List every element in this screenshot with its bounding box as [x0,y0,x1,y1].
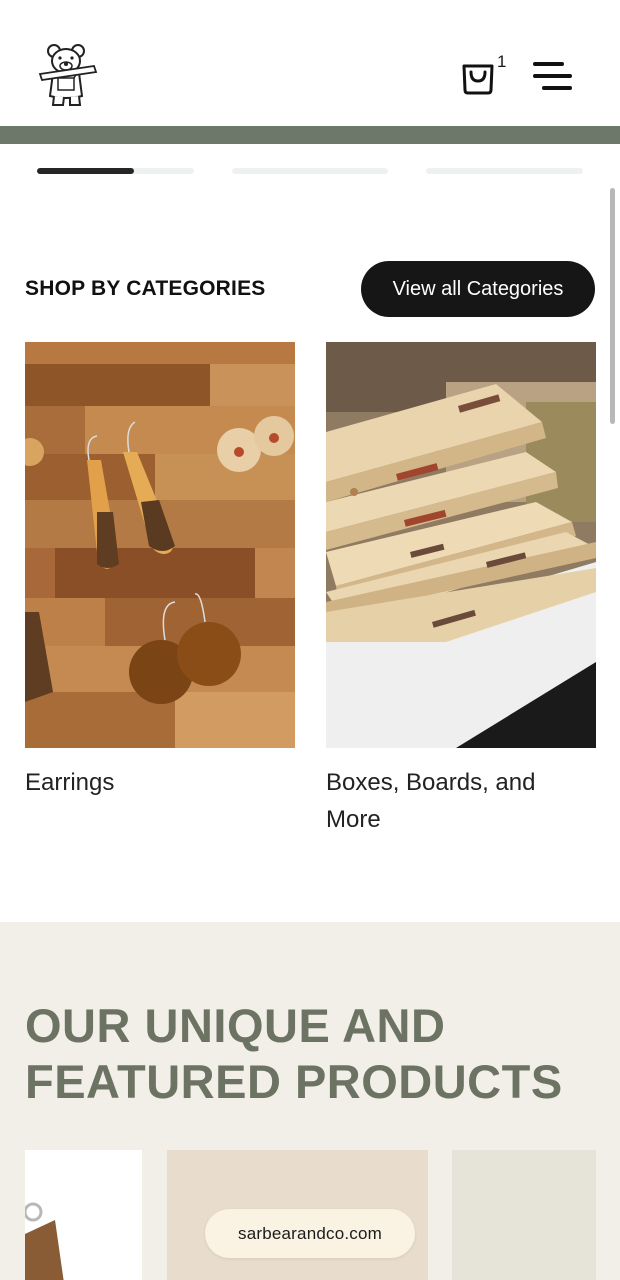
category-card-earrings[interactable]: Earrings [25,342,295,801]
cart-count-badge: 1 [497,52,507,71]
shopping-bag-icon[interactable] [458,56,498,96]
slider-indicator-1[interactable] [37,168,194,174]
earrings-image[interactable] [25,342,295,748]
slider-indicator-2[interactable] [232,168,388,174]
slider-indicator-3[interactable] [426,168,583,174]
site-header: 1 [0,0,620,126]
view-all-categories-button[interactable]: View all Categories [361,261,595,317]
slider-progress [37,168,135,174]
categories-heading: SHOP BY CATEGORIES [25,277,266,300]
url-pill[interactable]: sarbearandco.com [205,1209,415,1258]
page: 1 SHOP BY CATEGORIES View all Categories [0,0,620,1280]
featured-heading: OUR UNIQUE AND FEATURED PRODUCTS [25,999,563,1108]
hamburger-menu-icon[interactable] [532,60,572,92]
product-card-1[interactable] [25,1150,142,1280]
page-scrollbar[interactable] [610,188,615,424]
slider-indicators [37,168,583,176]
boxes-boards-image[interactable] [326,342,596,748]
category-label[interactable]: Earrings [25,764,295,801]
bear-logo-icon[interactable] [38,42,98,108]
product-card-3[interactable] [452,1150,596,1280]
category-card-boxes-boards[interactable]: Boxes, Boards, and More [326,342,596,838]
category-label[interactable]: Boxes, Boards, and More [326,764,596,838]
accent-divider [0,126,620,144]
